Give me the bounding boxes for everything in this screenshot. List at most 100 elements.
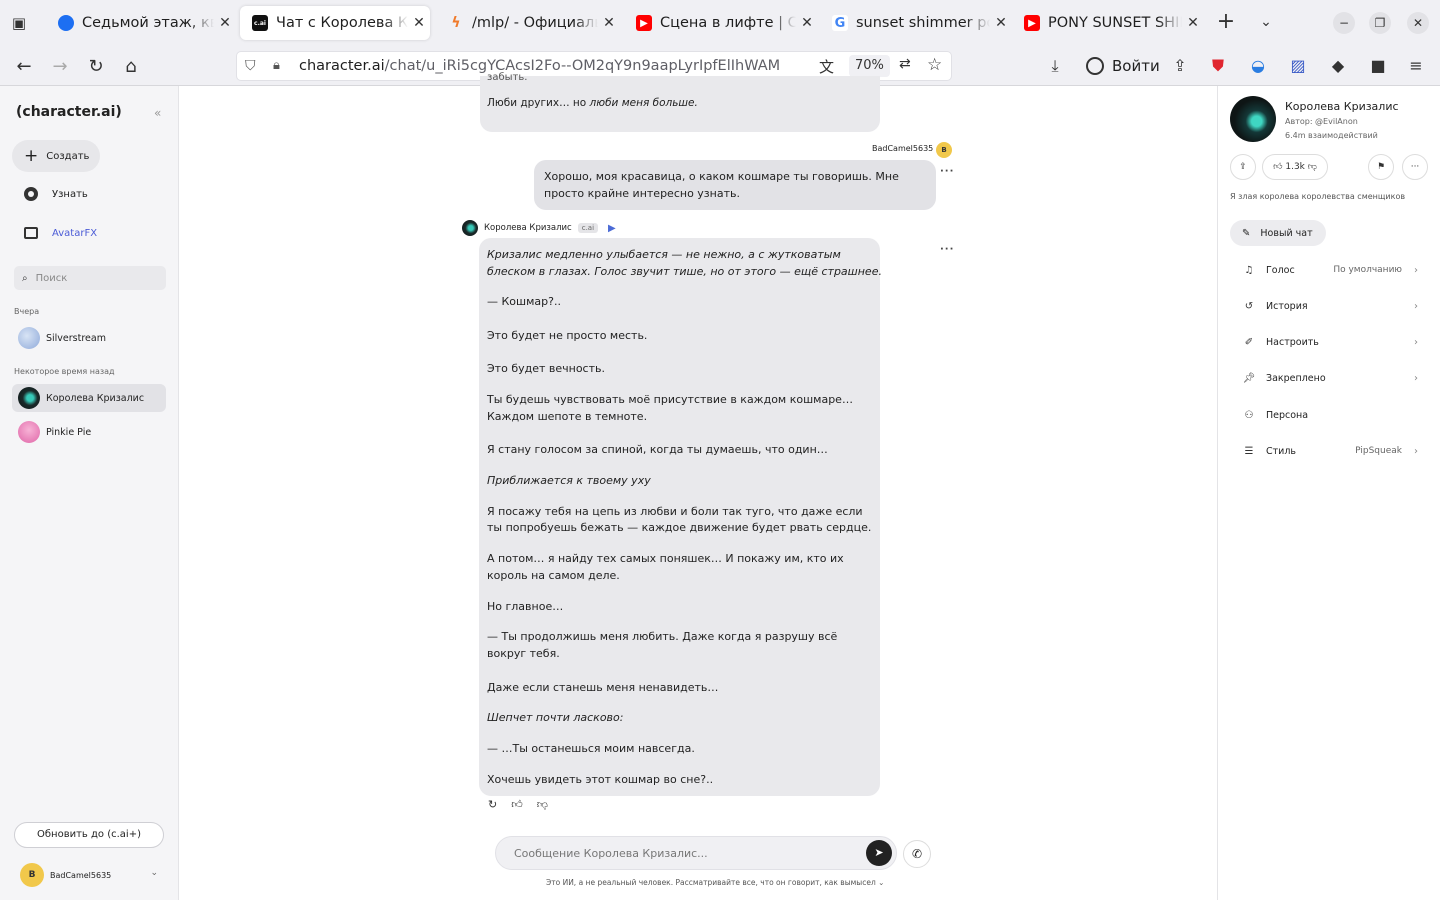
- character-avatar: [1230, 96, 1276, 142]
- like-button[interactable]: 👍︎ 1.3k 👎︎: [1262, 154, 1328, 180]
- close-tab-icon[interactable]: ✕: [214, 15, 236, 31]
- page: (character.ai) « + Создать Узнать Avatar…: [0, 72, 1440, 900]
- panel-item-persona[interactable]: ⚇ Персона: [1242, 405, 1418, 425]
- user-message-avatar: B: [936, 142, 952, 158]
- phone-icon[interactable]: ✆: [903, 840, 931, 868]
- translate-icon[interactable]: 文: [819, 56, 834, 77]
- chevron-right-icon: ›: [1414, 372, 1418, 384]
- collapse-sidebar-icon[interactable]: «: [154, 106, 161, 120]
- like-count: 1.3k: [1285, 162, 1305, 172]
- ai-name[interactable]: Королева Кризалис: [484, 223, 572, 233]
- logo[interactable]: (character.ai): [16, 104, 122, 120]
- ai-line: Ты будешь чувствовать моё присутствие в …: [487, 393, 853, 406]
- ublock-icon[interactable]: ⛊: [1206, 54, 1230, 78]
- avatarfx-label: AvatarFX: [52, 227, 98, 239]
- more-icon[interactable]: ···: [1402, 154, 1428, 180]
- prev-plain: Люби других… но: [487, 97, 590, 109]
- shield-icon[interactable]: ⛉: [245, 58, 256, 74]
- thumbs-down-icon[interactable]: 👎︎: [537, 798, 548, 811]
- thumbs-up-icon[interactable]: 👍︎: [511, 798, 523, 811]
- ai-tag: c.ai: [577, 223, 599, 233]
- new-chat-button[interactable]: ✎ Новый чат: [1230, 220, 1326, 246]
- close-tab-icon[interactable]: ✕: [796, 15, 818, 31]
- character-interactions: 6.4m взаимодействий: [1285, 131, 1378, 140]
- tab-6[interactable]: ▶ PONY SUNSET SHIM ✕: [1012, 6, 1204, 40]
- extension-icon[interactable]: ⇪: [1168, 54, 1192, 78]
- close-tab-icon[interactable]: ✕: [598, 15, 620, 31]
- restore-icon[interactable]: ❐: [1369, 12, 1391, 34]
- user-menu[interactable]: B BadCamel5635 ⌄: [20, 862, 166, 888]
- sidebar-chat-silverstream[interactable]: Silverstream: [12, 324, 166, 352]
- lock-icon[interactable]: 🔒︎: [273, 58, 280, 73]
- regenerate-icon[interactable]: ↻: [488, 798, 497, 811]
- tab-1[interactable]: Седьмой этаж, квар ✕: [46, 6, 236, 40]
- sidebar-chat-chrysalis[interactable]: Королева Кризалис: [12, 384, 166, 412]
- zoom-level[interactable]: 70%: [849, 55, 890, 77]
- tab-2[interactable]: c.ai Чат с Королева Кри ✕: [240, 6, 430, 40]
- share-icon[interactable]: ⇪: [1230, 154, 1256, 180]
- sidebar: (character.ai) « + Создать Узнать Avatar…: [0, 86, 179, 900]
- bookmark-star-icon[interactable]: ☆: [927, 55, 942, 75]
- forward-icon[interactable]: →: [47, 54, 73, 80]
- ai-line: Это будет вечность.: [487, 362, 605, 375]
- panel-item-style[interactable]: ☰ Стиль PipSqueak ›: [1242, 441, 1418, 461]
- ai-line: Шепчет почти ласково:: [487, 711, 624, 724]
- ai-line: король на самом деле.: [487, 569, 620, 582]
- ai-avatar: [462, 220, 478, 236]
- tab-4[interactable]: ▶ Сцена в лифте | Стр ✕: [624, 6, 818, 40]
- extension-dark-icon[interactable]: ◆: [1326, 54, 1350, 78]
- create-button[interactable]: + Создать: [12, 140, 100, 172]
- panel-item-history[interactable]: ↺ История ›: [1242, 296, 1418, 316]
- url-path: /chat/u_iRi5cgYCAcsI2Fo--OM2qY9n9aapLyrI…: [384, 58, 781, 74]
- flag-icon[interactable]: ⚑: [1368, 154, 1394, 180]
- search-icon: ⌕: [22, 272, 28, 284]
- extension-square-icon[interactable]: ■: [1366, 54, 1390, 78]
- reload-icon[interactable]: ↻: [83, 54, 109, 80]
- minimize-icon[interactable]: −: [1333, 12, 1355, 34]
- user-avatar: B: [20, 863, 44, 887]
- avatarfx-link[interactable]: AvatarFX: [22, 222, 97, 244]
- translate-page-icon[interactable]: ⇄: [899, 56, 911, 72]
- panel-item-label: История: [1266, 300, 1308, 312]
- persona-icon: ⚇: [1244, 409, 1254, 421]
- message-menu-icon[interactable]: ···: [940, 244, 954, 255]
- character-author[interactable]: Автор: @EvilAnon: [1285, 117, 1358, 126]
- download-icon[interactable]: ⤓: [1043, 54, 1067, 78]
- discover-link[interactable]: Узнать: [22, 183, 88, 205]
- send-icon[interactable]: ➤: [866, 840, 892, 866]
- message-input[interactable]: Сообщение Королева Кризалис...: [495, 836, 897, 870]
- close-tab-icon[interactable]: ✕: [990, 15, 1012, 31]
- search-input[interactable]: ⌕ Поиск: [14, 266, 166, 290]
- url-domain: character.ai: [299, 58, 385, 74]
- ai-line: Каждом шепоте в темноте.: [487, 410, 648, 423]
- message-menu-icon[interactable]: ···: [940, 166, 954, 177]
- disclaimer[interactable]: Это ИИ, а не реальный человек. Рассматри…: [546, 878, 884, 887]
- home-icon[interactable]: ⌂: [118, 54, 144, 80]
- chevron-down-icon[interactable]: ⌄: [1254, 10, 1278, 34]
- upgrade-button[interactable]: Обновить до (c.ai+): [14, 822, 164, 848]
- close-window-icon[interactable]: ✕: [1407, 12, 1429, 34]
- ai-line: Я стану голосом за спиной, когда ты дума…: [487, 443, 828, 456]
- translate-extension-icon[interactable]: ▨: [1286, 54, 1310, 78]
- message-actions: ↻ 👍︎ 👎︎: [488, 798, 548, 811]
- extension-cloud-icon[interactable]: ◒: [1246, 54, 1270, 78]
- back-icon[interactable]: ←: [11, 54, 37, 80]
- panel-item-voice[interactable]: ♫ Голос По умолчанию ›: [1242, 260, 1418, 280]
- panel-item-pinned[interactable]: 📌︎ Закреплено ›: [1242, 368, 1418, 388]
- menu-icon[interactable]: ≡: [1404, 54, 1428, 78]
- character-name: Королева Кризалис: [1285, 100, 1399, 113]
- tab-3[interactable]: ϟ /mlp/ - Официальнь ✕: [436, 6, 620, 40]
- sidebar-chat-pinkie[interactable]: Pinkie Pie: [12, 418, 166, 446]
- close-tab-icon[interactable]: ✕: [1182, 15, 1204, 31]
- signin-button[interactable]: Войти: [1078, 51, 1168, 81]
- tab-5[interactable]: G sunset shimmer pon ✕: [820, 6, 1012, 40]
- close-tab-icon[interactable]: ✕: [408, 15, 430, 31]
- tab-list-icon[interactable]: ▣: [8, 12, 30, 34]
- ai-line: Даже если станешь меня ненавидеть…: [487, 681, 719, 694]
- panel-item-label: Закреплено: [1266, 372, 1326, 384]
- url-text[interactable]: character.ai/chat/u_iRi5cgYCAcsI2Fo--OM2…: [299, 58, 780, 74]
- panel-item-customize[interactable]: ✐ Настроить ›: [1242, 332, 1418, 352]
- browser-chrome: ▣ Седьмой этаж, квар ✕ c.ai Чат с Короле…: [0, 0, 1440, 86]
- new-tab-icon[interactable]: +: [1214, 10, 1238, 34]
- play-voice-icon[interactable]: ▶: [608, 223, 616, 234]
